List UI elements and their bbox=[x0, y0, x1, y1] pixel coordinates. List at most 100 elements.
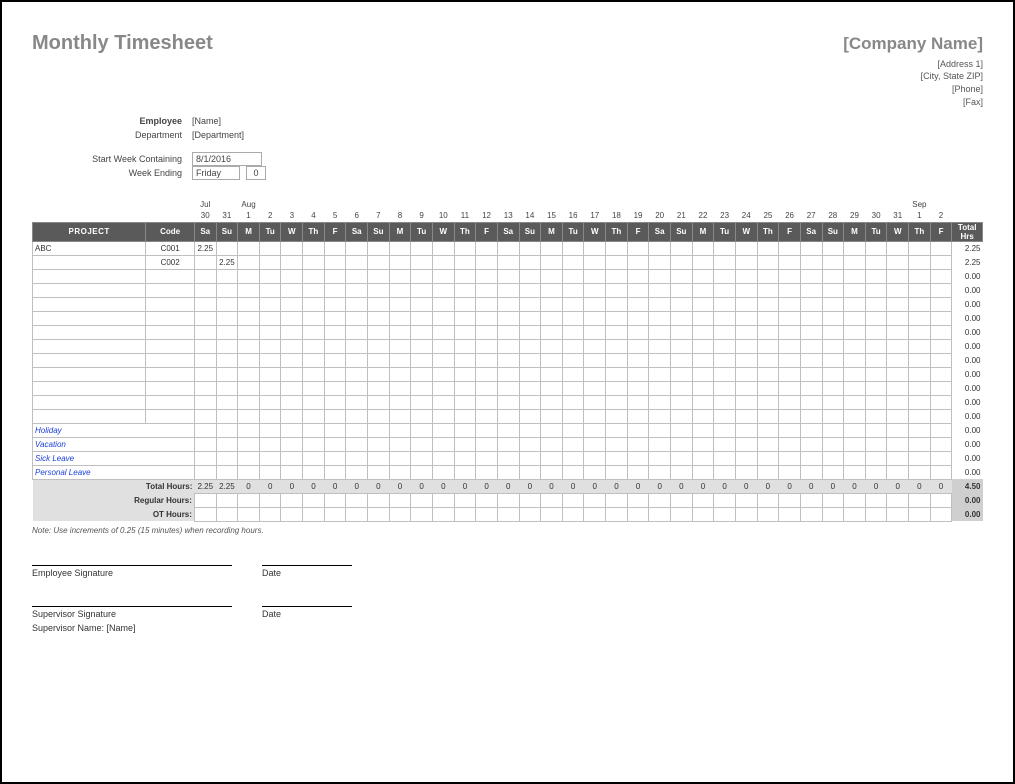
hours-cell[interactable] bbox=[909, 297, 931, 311]
hours-cell[interactable] bbox=[844, 297, 866, 311]
hours-cell[interactable] bbox=[303, 255, 325, 269]
hours-cell[interactable] bbox=[627, 297, 649, 311]
code-cell[interactable] bbox=[146, 297, 195, 311]
hours-cell[interactable] bbox=[497, 339, 519, 353]
hours-cell[interactable] bbox=[584, 297, 606, 311]
hours-cell[interactable] bbox=[454, 241, 476, 255]
hours-cell[interactable] bbox=[216, 465, 238, 479]
hours-cell[interactable] bbox=[281, 311, 303, 325]
hours-cell[interactable] bbox=[238, 423, 260, 437]
regular-hours-cell[interactable] bbox=[714, 493, 736, 507]
regular-hours-cell[interactable] bbox=[346, 493, 368, 507]
hours-cell[interactable] bbox=[346, 339, 368, 353]
hours-cell[interactable] bbox=[346, 353, 368, 367]
hours-cell[interactable] bbox=[259, 353, 281, 367]
regular-hours-cell[interactable] bbox=[324, 493, 346, 507]
hours-cell[interactable] bbox=[800, 353, 822, 367]
hours-cell[interactable] bbox=[909, 241, 931, 255]
hours-cell[interactable] bbox=[735, 325, 757, 339]
regular-hours-cell[interactable] bbox=[454, 493, 476, 507]
hours-cell[interactable] bbox=[324, 395, 346, 409]
hours-cell[interactable] bbox=[519, 451, 541, 465]
hours-cell[interactable] bbox=[584, 283, 606, 297]
ot-hours-cell[interactable] bbox=[887, 507, 909, 521]
hours-cell[interactable] bbox=[497, 451, 519, 465]
hours-cell[interactable] bbox=[541, 437, 563, 451]
ot-hours-cell[interactable] bbox=[497, 507, 519, 521]
hours-cell[interactable] bbox=[238, 311, 260, 325]
start-week-input[interactable]: 8/1/2016 bbox=[192, 152, 262, 166]
hours-cell[interactable] bbox=[606, 395, 628, 409]
hours-cell[interactable] bbox=[822, 423, 844, 437]
hours-cell[interactable] bbox=[606, 465, 628, 479]
hours-cell[interactable] bbox=[497, 423, 519, 437]
hours-cell[interactable] bbox=[735, 395, 757, 409]
project-cell[interactable] bbox=[33, 339, 146, 353]
regular-hours-cell[interactable] bbox=[281, 493, 303, 507]
hours-cell[interactable] bbox=[562, 451, 584, 465]
hours-cell[interactable] bbox=[822, 367, 844, 381]
hours-cell[interactable] bbox=[541, 269, 563, 283]
hours-cell[interactable] bbox=[606, 423, 628, 437]
hours-cell[interactable] bbox=[692, 325, 714, 339]
hours-cell[interactable] bbox=[671, 255, 693, 269]
hours-cell[interactable] bbox=[909, 255, 931, 269]
hours-cell[interactable] bbox=[368, 311, 390, 325]
hours-cell[interactable] bbox=[497, 381, 519, 395]
hours-cell[interactable] bbox=[627, 409, 649, 423]
hours-cell[interactable] bbox=[368, 465, 390, 479]
hours-cell[interactable] bbox=[671, 311, 693, 325]
hours-cell[interactable] bbox=[389, 423, 411, 437]
ot-hours-cell[interactable] bbox=[216, 507, 238, 521]
hours-cell[interactable] bbox=[584, 339, 606, 353]
hours-cell[interactable] bbox=[930, 353, 952, 367]
hours-cell[interactable] bbox=[822, 283, 844, 297]
hours-cell[interactable] bbox=[887, 465, 909, 479]
project-cell[interactable]: ABC bbox=[33, 241, 146, 255]
hours-cell[interactable] bbox=[822, 241, 844, 255]
hours-cell[interactable] bbox=[432, 353, 454, 367]
hours-cell[interactable] bbox=[649, 255, 671, 269]
hours-cell[interactable] bbox=[476, 353, 498, 367]
hours-cell[interactable] bbox=[779, 381, 801, 395]
regular-hours-cell[interactable] bbox=[411, 493, 433, 507]
hours-cell[interactable] bbox=[324, 311, 346, 325]
hours-cell[interactable] bbox=[194, 451, 216, 465]
hours-cell[interactable] bbox=[454, 381, 476, 395]
regular-hours-cell[interactable] bbox=[584, 493, 606, 507]
hours-cell[interactable] bbox=[238, 395, 260, 409]
hours-cell[interactable] bbox=[800, 269, 822, 283]
hours-cell[interactable] bbox=[519, 325, 541, 339]
regular-hours-cell[interactable] bbox=[779, 493, 801, 507]
hours-cell[interactable] bbox=[476, 395, 498, 409]
code-cell[interactable] bbox=[146, 283, 195, 297]
hours-cell[interactable] bbox=[930, 451, 952, 465]
hours-cell[interactable] bbox=[497, 325, 519, 339]
project-cell[interactable] bbox=[33, 311, 146, 325]
code-cell[interactable] bbox=[146, 311, 195, 325]
project-cell[interactable] bbox=[33, 283, 146, 297]
department-value[interactable]: [Department] bbox=[192, 130, 272, 140]
hours-cell[interactable] bbox=[865, 437, 887, 451]
hours-cell[interactable] bbox=[476, 283, 498, 297]
hours-cell[interactable] bbox=[432, 339, 454, 353]
hours-cell[interactable] bbox=[346, 269, 368, 283]
hours-cell[interactable] bbox=[259, 437, 281, 451]
hours-cell[interactable] bbox=[194, 325, 216, 339]
regular-hours-cell[interactable] bbox=[259, 493, 281, 507]
ot-hours-cell[interactable] bbox=[584, 507, 606, 521]
project-cell[interactable] bbox=[33, 395, 146, 409]
hours-cell[interactable] bbox=[757, 325, 779, 339]
code-cell[interactable] bbox=[146, 339, 195, 353]
hours-cell[interactable] bbox=[389, 283, 411, 297]
hours-cell[interactable] bbox=[584, 465, 606, 479]
hours-cell[interactable] bbox=[541, 395, 563, 409]
hours-cell[interactable] bbox=[757, 381, 779, 395]
ot-hours-cell[interactable] bbox=[389, 507, 411, 521]
hours-cell[interactable] bbox=[411, 409, 433, 423]
hours-cell[interactable] bbox=[649, 241, 671, 255]
hours-cell[interactable] bbox=[541, 367, 563, 381]
hours-cell[interactable] bbox=[476, 437, 498, 451]
hours-cell[interactable] bbox=[216, 409, 238, 423]
hours-cell[interactable] bbox=[735, 241, 757, 255]
